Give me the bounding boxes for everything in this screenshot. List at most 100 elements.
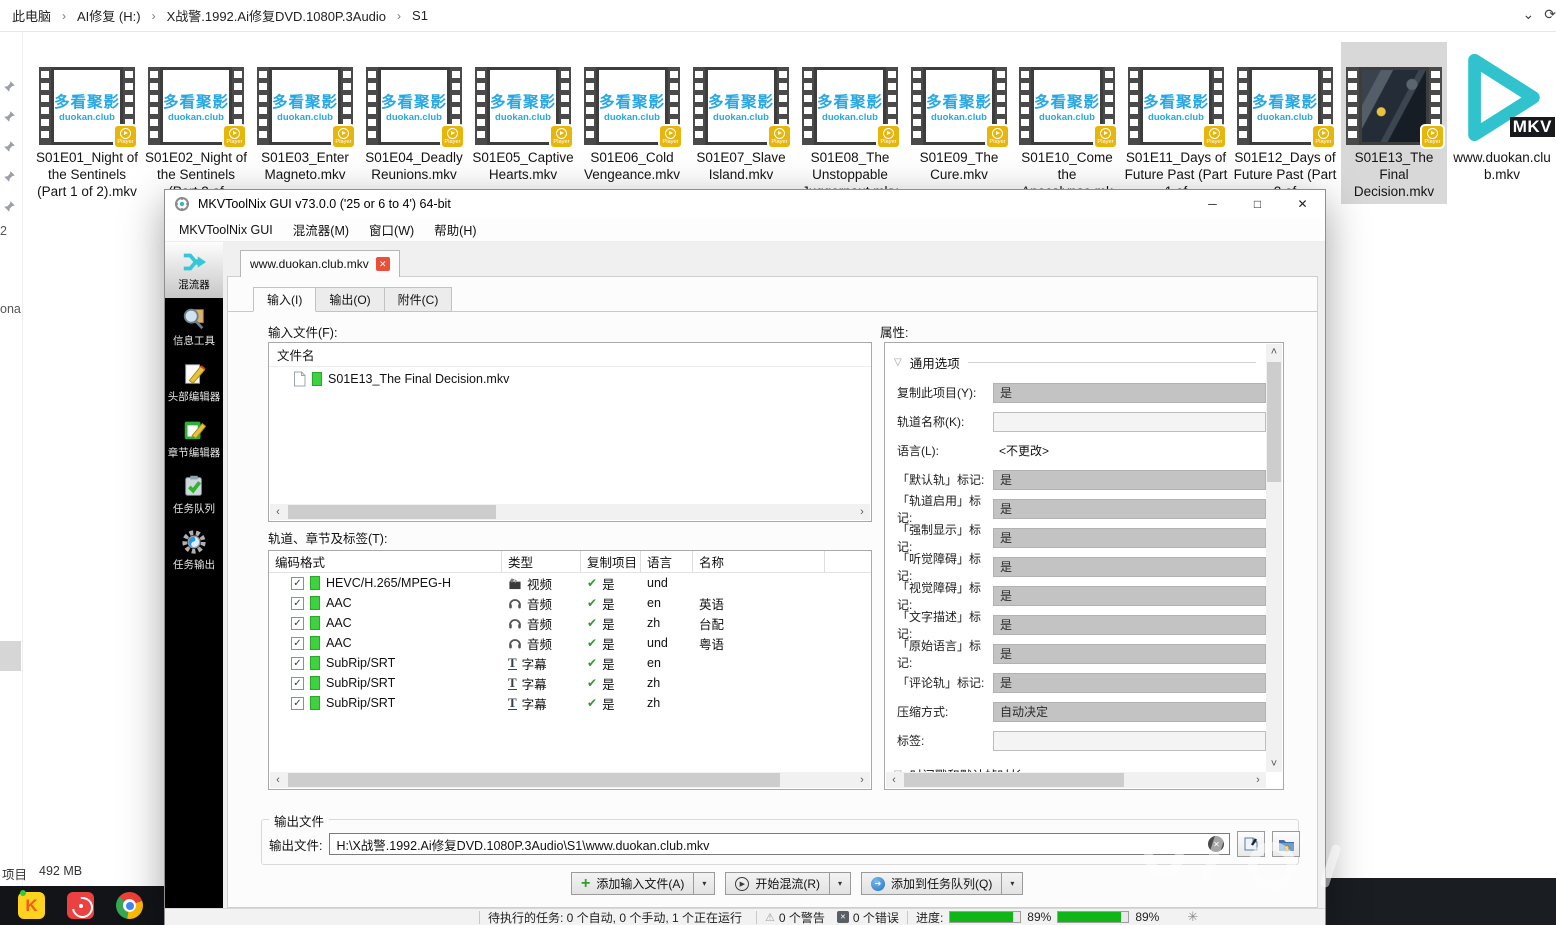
file-tab[interactable]: www.duokan.club.mkv ✕: [240, 250, 400, 277]
add-to-job-queue-button[interactable]: ➜添加到任务队列(Q): [861, 872, 1002, 895]
file-item[interactable]: 多看聚影duokan.club Player S01E04_Deadly Reu…: [361, 42, 467, 183]
start-multiplexing-dropdown[interactable]: ▾: [830, 872, 851, 895]
sidebar-item-job-output[interactable]: 任务输出: [165, 522, 223, 578]
breadcrumb-item-drive[interactable]: AI修复 (H:): [75, 4, 143, 27]
add-source-files-dropdown[interactable]: ▾: [694, 872, 715, 895]
track-row[interactable]: ✓AAC 音频 ✔是 und 粤语: [269, 633, 871, 653]
scroll-down-icon[interactable]: ˅: [1266, 756, 1282, 772]
file-item[interactable]: 多看聚影duokan.club Player S01E02_Night of t…: [143, 42, 249, 200]
tab-output[interactable]: 输出(O): [316, 287, 384, 312]
tracks-table[interactable]: 编码格式 类型 复制项目 语言 名称 ✓HEVC/H.265/MPEG-H 视频…: [268, 550, 872, 790]
track-checkbox[interactable]: ✓: [291, 577, 304, 590]
file-item[interactable]: 多看聚影duokan.club Player S01E11_Days of Fu…: [1123, 42, 1229, 200]
breadcrumb-item-this-pc[interactable]: 此电脑: [10, 4, 53, 27]
track-checkbox[interactable]: ✓: [291, 697, 304, 710]
pin-icon[interactable]: [3, 140, 16, 153]
app-icon-k[interactable]: K: [18, 892, 45, 919]
scroll-right-icon[interactable]: ›: [1250, 772, 1266, 788]
track-row[interactable]: ✓AAC 音频 ✔是 en 英语: [269, 593, 871, 613]
language-value[interactable]: <不更改>: [993, 441, 1266, 461]
file-item[interactable]: 多看聚影duokan.club Player S01E12_Days of Fu…: [1232, 42, 1338, 200]
menu-help[interactable]: 帮助(H): [424, 217, 486, 242]
track-checkbox[interactable]: ✓: [291, 637, 304, 650]
collapse-triangle-icon[interactable]: ▽: [894, 357, 902, 368]
file-item[interactable]: 多看聚影duokan.club Player S01E03_Enter Magn…: [252, 42, 358, 183]
track-row[interactable]: ✓SubRip/SRT T字幕 ✔是 zh: [269, 673, 871, 693]
menu-window[interactable]: 窗口(W): [359, 217, 424, 242]
track-name-input[interactable]: [993, 412, 1266, 432]
vertical-scrollbar[interactable]: ˄ ˅: [1266, 344, 1282, 772]
section-general-options[interactable]: ▽ 通用选项: [894, 353, 1256, 372]
track-row[interactable]: ✓SubRip/SRT T字幕 ✔是 zh: [269, 693, 871, 713]
column-header-type[interactable]: 类型: [502, 551, 581, 572]
horizontal-scrollbar[interactable]: ‹ ›: [886, 772, 1266, 788]
track-checkbox[interactable]: ✓: [291, 597, 304, 610]
add-source-files-button[interactable]: +添加输入文件(A): [571, 872, 694, 895]
output-file-input[interactable]: [329, 833, 1230, 855]
music-app-icon[interactable]: [67, 892, 94, 919]
track-checkbox[interactable]: ✓: [291, 617, 304, 630]
track-row[interactable]: ✓HEVC/H.265/MPEG-H 视频 ✔是 und: [269, 573, 871, 593]
section-timestamps[interactable]: ▽ 时间戳和默认帧时长: [894, 765, 1256, 772]
file-item[interactable]: 多看聚影duokan.club Player S01E10_Come the A…: [1014, 42, 1120, 200]
add-to-job-queue-dropdown[interactable]: ▾: [1002, 872, 1023, 895]
minimize-button[interactable]: ─: [1190, 190, 1235, 218]
pin-icon[interactable]: [3, 110, 16, 123]
close-tab-icon[interactable]: ✕: [376, 257, 390, 271]
column-header-copy[interactable]: 复制项目: [581, 551, 641, 572]
close-button[interactable]: ✕: [1280, 190, 1325, 218]
file-item[interactable]: 多看聚影duokan.club Player S01E01_Night of t…: [34, 42, 140, 200]
scroll-up-icon[interactable]: ˄: [1266, 344, 1282, 360]
breadcrumb-item-season[interactable]: S1: [410, 6, 430, 25]
chevron-down-icon[interactable]: ⌄: [1523, 6, 1535, 23]
scroll-thumb[interactable]: [288, 505, 496, 519]
scroll-right-icon[interactable]: ›: [854, 504, 870, 520]
horizontal-scrollbar[interactable]: ‹ ›: [270, 504, 870, 520]
breadcrumb-item-folder[interactable]: X战警.1992.Ai修复DVD.1080P.3Audio: [165, 4, 388, 27]
column-header-filename[interactable]: 文件名: [269, 343, 871, 367]
scroll-thumb[interactable]: [288, 773, 780, 787]
column-header-language[interactable]: 语言: [641, 551, 693, 572]
sidebar-item-header-editor[interactable]: 头部编辑器: [165, 354, 223, 410]
tab-input[interactable]: 输入(I): [253, 287, 316, 312]
sidebar-item-chapter-editor[interactable]: 章节编辑器: [165, 410, 223, 466]
file-item[interactable]: 多看聚影duokan.club Player S01E07_Slave Isla…: [688, 42, 794, 183]
input-files-list[interactable]: 文件名 S01E13_The Final Decision.mkv ‹ ›: [268, 342, 872, 522]
browse-output-button[interactable]: [1237, 831, 1265, 857]
file-item[interactable]: 多看聚影duokan.club Player S01E09_The Cure.m…: [906, 42, 1012, 183]
file-item[interactable]: 多看聚影duokan.club Player S01E05_Captive He…: [470, 42, 576, 183]
sidebar-item-job-queue[interactable]: 任务队列: [165, 466, 223, 522]
pin-icon[interactable]: [3, 80, 16, 93]
browse-folder-button[interactable]: [1272, 831, 1300, 857]
scroll-left-icon[interactable]: ‹: [270, 504, 286, 520]
refresh-icon[interactable]: ⟳: [1544, 6, 1556, 23]
input-file-row[interactable]: S01E13_The Final Decision.mkv: [269, 367, 871, 387]
scroll-right-icon[interactable]: ›: [854, 772, 870, 788]
file-item[interactable]: MKV www.duokan.club.mkv: [1452, 42, 1552, 183]
file-item-selected[interactable]: Player S01E13_The Final Decision.mkv: [1341, 42, 1447, 204]
menu-multiplexer[interactable]: 混流器(M): [283, 217, 359, 242]
sidebar-item-info-tool[interactable]: 信息工具: [165, 298, 223, 354]
pin-icon[interactable]: [3, 200, 16, 213]
track-row[interactable]: ✓SubRip/SRT T字幕 ✔是 en: [269, 653, 871, 673]
track-checkbox[interactable]: ✓: [291, 677, 304, 690]
track-checkbox[interactable]: ✓: [291, 657, 304, 670]
maximize-button[interactable]: □: [1235, 190, 1280, 218]
scroll-thumb[interactable]: [904, 773, 1124, 787]
scroll-left-icon[interactable]: ‹: [886, 772, 902, 788]
chrome-icon[interactable]: [116, 892, 143, 919]
title-bar[interactable]: MKVToolNix GUI v73.0.0 ('25 or 6 to 4') …: [165, 190, 1325, 218]
file-item[interactable]: 多看聚影duokan.club Player S01E06_Cold Venge…: [579, 42, 685, 183]
scroll-left-icon[interactable]: ‹: [270, 772, 286, 788]
pin-icon[interactable]: [3, 170, 16, 183]
column-header-codec[interactable]: 编码格式: [269, 551, 502, 572]
scroll-thumb[interactable]: [1267, 362, 1281, 482]
tab-attachments[interactable]: 附件(C): [385, 287, 453, 312]
track-row[interactable]: ✓AAC 音频 ✔是 zh 台配: [269, 613, 871, 633]
column-header-name[interactable]: 名称: [693, 551, 825, 572]
sidebar-item-multiplexer[interactable]: 混流器: [165, 242, 223, 298]
start-multiplexing-button[interactable]: ▶开始混流(R): [725, 872, 830, 895]
menu-mkvtoolnix-gui[interactable]: MKVToolNix GUI: [169, 220, 283, 240]
tags-input[interactable]: [993, 731, 1266, 751]
horizontal-scrollbar[interactable]: ‹ ›: [270, 772, 870, 788]
